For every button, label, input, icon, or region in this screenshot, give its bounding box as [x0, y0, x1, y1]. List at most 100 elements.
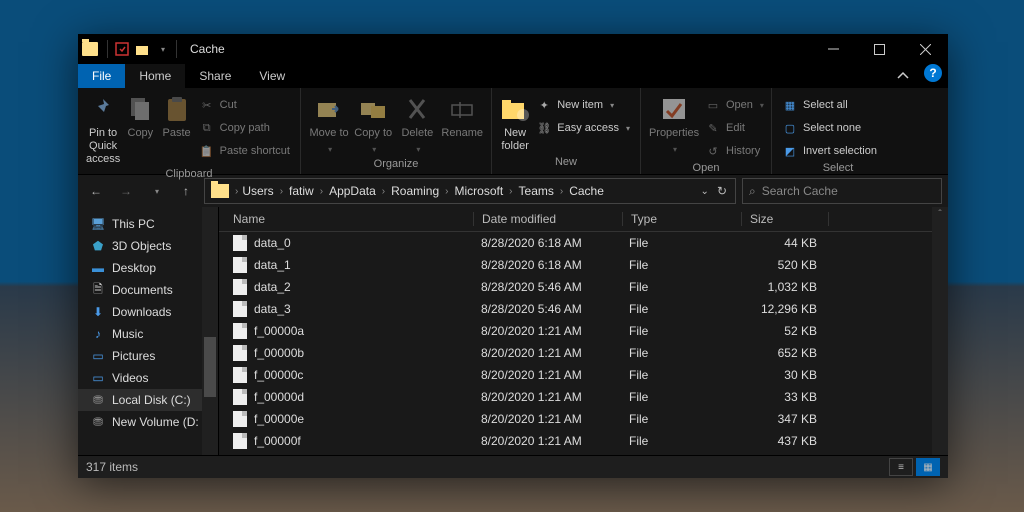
table-row[interactable]: f_00000c8/20/2020 1:21 AMFile30 KB — [219, 364, 948, 386]
new-folder-button[interactable]: New folder — [498, 92, 532, 155]
recent-locations-button[interactable]: ▾ — [144, 179, 168, 203]
open-button[interactable]: ▭Open▾ — [701, 94, 768, 116]
navigation-bar: ← → ▾ ↑ › Users› fatiw› AppData› Roaming… — [78, 175, 948, 207]
invert-selection-button[interactable]: ◩Invert selection — [778, 140, 881, 162]
nav-music[interactable]: ♪Music — [78, 323, 218, 345]
nav-desktop[interactable]: ▬Desktop — [78, 257, 218, 279]
nav-3d-objects[interactable]: ⬟3D Objects — [78, 235, 218, 257]
file-date: 8/28/2020 6:18 AM — [473, 236, 621, 250]
easy-access-icon: ⛓ — [536, 120, 552, 136]
breadcrumb[interactable]: Users› — [240, 184, 285, 198]
cut-button[interactable]: ✂Cut — [195, 94, 294, 116]
tab-view[interactable]: View — [245, 64, 299, 88]
address-bar[interactable]: › Users› fatiw› AppData› Roaming› Micros… — [204, 178, 736, 204]
table-row[interactable]: f_00000e8/20/2020 1:21 AMFile347 KB — [219, 408, 948, 430]
minimize-button[interactable] — [810, 34, 856, 64]
table-row[interactable]: f_00000b8/20/2020 1:21 AMFile652 KB — [219, 342, 948, 364]
nav-this-pc[interactable]: 🖥This PC — [78, 213, 218, 235]
breadcrumb[interactable]: Teams› — [517, 184, 566, 198]
select-none-button[interactable]: ▢Select none — [778, 117, 881, 139]
copy-path-button[interactable]: ⧉Copy path — [195, 117, 294, 139]
nav-downloads[interactable]: ⬇Downloads — [78, 301, 218, 323]
downloads-icon: ⬇ — [90, 304, 106, 320]
tab-file[interactable]: File — [78, 64, 125, 88]
breadcrumb[interactable]: Microsoft› — [452, 184, 514, 198]
table-row[interactable]: f_00000f8/20/2020 1:21 AMFile437 KB — [219, 430, 948, 452]
file-icon — [233, 323, 247, 339]
qat-properties-icon[interactable] — [114, 41, 130, 57]
pin-to-quick-access-button[interactable]: Pin to Quick access — [84, 92, 122, 168]
nav-local-disk-c[interactable]: ⛃Local Disk (C:) — [78, 389, 218, 411]
file-icon — [233, 301, 247, 317]
help-button[interactable]: ? — [924, 64, 942, 82]
table-row[interactable]: f_00000a8/20/2020 1:21 AMFile52 KB — [219, 320, 948, 342]
column-header-size[interactable]: Size — [742, 212, 829, 226]
file-name: data_1 — [254, 258, 291, 272]
select-all-icon: ▦ — [782, 97, 798, 113]
desktop-icon: ▬ — [90, 260, 106, 276]
videos-icon: ▭ — [90, 370, 106, 386]
file-type: File — [621, 236, 739, 250]
table-row[interactable]: data_08/28/2020 6:18 AMFile44 KB — [219, 232, 948, 254]
column-header-type[interactable]: Type — [623, 212, 742, 226]
tab-share[interactable]: Share — [185, 64, 245, 88]
new-item-icon: ✦ — [536, 97, 552, 113]
search-input[interactable]: ⌕ Search Cache — [742, 178, 942, 204]
address-dropdown-icon[interactable]: ⌄ — [701, 186, 709, 197]
file-size: 44 KB — [739, 236, 827, 250]
drive-icon: ⛃ — [90, 392, 106, 408]
main-scrollbar[interactable]: ˆ — [932, 207, 948, 455]
file-date: 8/28/2020 5:46 AM — [473, 302, 621, 316]
qat-new-folder-icon[interactable] — [134, 41, 150, 57]
table-row[interactable]: data_28/28/2020 5:46 AMFile1,032 KB — [219, 276, 948, 298]
nav-videos[interactable]: ▭Videos — [78, 367, 218, 389]
rename-button[interactable]: Rename — [439, 92, 485, 142]
nav-documents[interactable]: 🗎Documents — [78, 279, 218, 301]
file-type: File — [621, 412, 739, 426]
nav-pictures[interactable]: ▭Pictures — [78, 345, 218, 367]
breadcrumb[interactable]: fatiw› — [287, 184, 325, 198]
paste-button[interactable]: Paste — [158, 92, 194, 142]
breadcrumb[interactable]: Roaming› — [389, 184, 450, 198]
item-count: 317 items — [86, 460, 138, 474]
folder-icon — [82, 42, 98, 56]
table-row[interactable]: f_00000d8/20/2020 1:21 AMFile33 KB — [219, 386, 948, 408]
table-row[interactable]: data_38/28/2020 5:46 AMFile12,296 KB — [219, 298, 948, 320]
file-size: 1,032 KB — [739, 280, 827, 294]
up-button[interactable]: ↑ — [174, 179, 198, 203]
select-all-button[interactable]: ▦Select all — [778, 94, 881, 116]
breadcrumb[interactable]: AppData› — [327, 184, 387, 198]
tab-home[interactable]: Home — [125, 64, 185, 88]
maximize-button[interactable] — [856, 34, 902, 64]
delete-button[interactable]: Delete▾ — [395, 92, 439, 158]
easy-access-button[interactable]: ⛓Easy access▾ — [532, 117, 634, 139]
nav-scrollbar[interactable] — [202, 207, 218, 455]
column-headers: Name Date modified Type Size — [219, 207, 948, 232]
refresh-button[interactable]: ↻ — [717, 184, 727, 198]
qat-customize-icon[interactable]: ▾ — [154, 41, 170, 57]
column-header-date[interactable]: Date modified — [474, 212, 623, 226]
documents-icon: 🗎 — [90, 282, 106, 298]
column-header-name[interactable]: Name — [219, 212, 474, 226]
paste-shortcut-button[interactable]: 📋Paste shortcut — [195, 140, 294, 162]
history-button[interactable]: ↺History — [701, 140, 768, 162]
ribbon-group-label: Select — [778, 162, 898, 174]
large-icons-view-button[interactable]: ▦ — [916, 458, 940, 476]
move-to-button[interactable]: Move to▾ — [307, 92, 351, 158]
breadcrumb[interactable]: Cache — [567, 184, 606, 198]
table-row[interactable]: data_18/28/2020 6:18 AMFile520 KB — [219, 254, 948, 276]
collapse-ribbon-button[interactable] — [888, 64, 918, 88]
close-button[interactable] — [902, 34, 948, 64]
edit-button[interactable]: ✎Edit — [701, 117, 768, 139]
details-view-button[interactable]: ≡ — [889, 458, 913, 476]
file-icon — [233, 345, 247, 361]
select-none-icon: ▢ — [782, 120, 798, 136]
forward-button[interactable]: → — [114, 179, 138, 203]
copy-button[interactable]: Copy — [122, 92, 158, 142]
nav-new-volume-d[interactable]: ⛃New Volume (D: — [78, 411, 218, 433]
back-button[interactable]: ← — [84, 179, 108, 203]
music-icon: ♪ — [90, 326, 106, 342]
copy-to-button[interactable]: Copy to▾ — [351, 92, 395, 158]
properties-button[interactable]: Properties▾ — [647, 92, 701, 158]
new-item-button[interactable]: ✦New item▾ — [532, 94, 634, 116]
